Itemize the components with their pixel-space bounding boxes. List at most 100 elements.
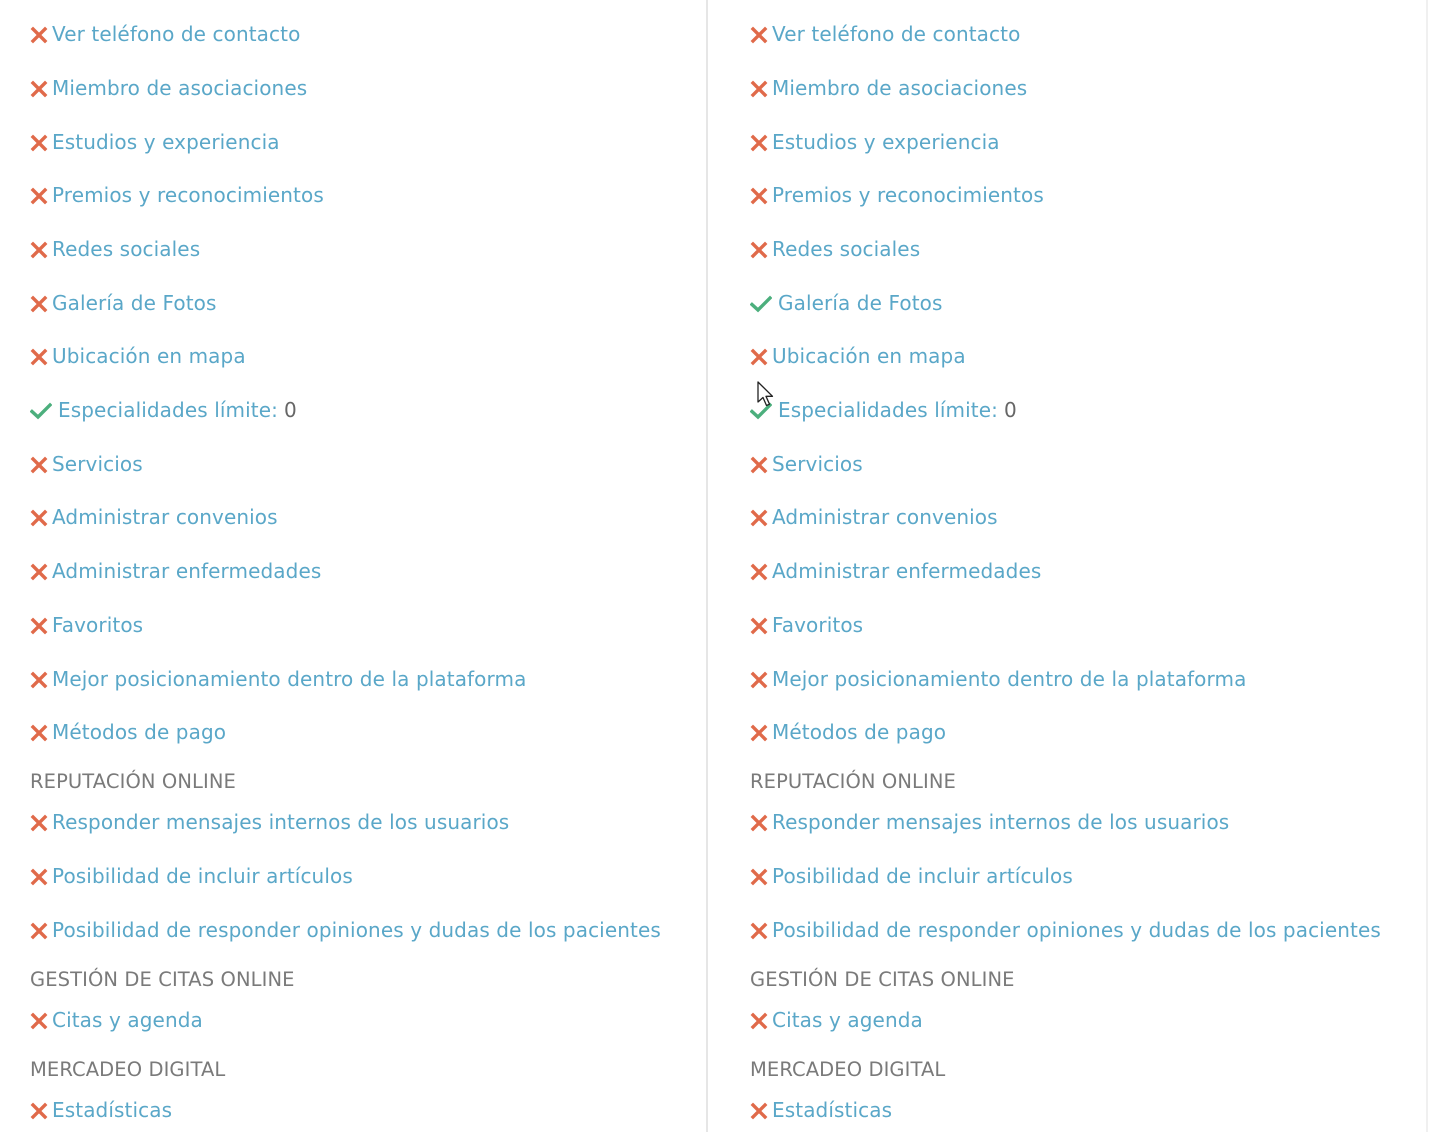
feature-label[interactable]: Miembro de asociaciones (52, 76, 307, 100)
cross-icon (750, 25, 768, 44)
feature-label[interactable]: Especialidades límite: (778, 398, 998, 422)
column-divider (1426, 0, 1428, 1132)
feature-label[interactable]: Administrar convenios (772, 505, 998, 529)
feature-item: Ver teléfono de contacto (30, 19, 300, 49)
plan-column-left: Ver teléfono de contacto Miembro de asoci… (0, 0, 706, 1132)
feature-label[interactable]: Estadísticas (52, 1098, 172, 1122)
feature-label[interactable]: Posibilidad de responder opiniones y dud… (772, 918, 1381, 942)
feature-label[interactable]: Estudios y experiencia (772, 130, 1000, 154)
cross-icon (750, 347, 768, 366)
feature-item: Redes sociales (30, 234, 200, 264)
cross-icon (750, 813, 768, 832)
feature-item: Estudios y experiencia (30, 127, 280, 157)
feature-item: Servicios (750, 449, 863, 479)
feature-item: Especialidades límite: 0 (749, 395, 1017, 425)
feature-label[interactable]: Estudios y experiencia (52, 130, 280, 154)
feature-item: Posibilidad de responder opiniones y dud… (30, 915, 661, 945)
feature-label[interactable]: Miembro de asociaciones (772, 76, 1027, 100)
section-heading: REPUTACIÓN ONLINE (30, 769, 236, 793)
cross-icon (30, 813, 48, 832)
feature-item: Métodos de pago (750, 717, 946, 747)
feature-label[interactable]: Posibilidad de incluir artículos (52, 864, 353, 888)
cross-icon (750, 508, 768, 527)
feature-item: Administrar enfermedades (750, 556, 1041, 586)
feature-label[interactable]: Redes sociales (52, 237, 200, 261)
feature-item: Mejor posicionamiento dentro de la plata… (30, 664, 526, 694)
feature-label[interactable]: Favoritos (52, 613, 143, 637)
feature-item: Miembro de asociaciones (30, 73, 307, 103)
cross-icon (750, 79, 768, 98)
feature-label[interactable]: Administrar convenios (52, 505, 278, 529)
feature-item: Administrar convenios (30, 502, 278, 532)
feature-label[interactable]: Posibilidad de responder opiniones y dud… (52, 918, 661, 942)
feature-label[interactable]: Citas y agenda (772, 1008, 923, 1032)
feature-label[interactable]: Mejor posicionamiento dentro de la plata… (772, 667, 1246, 691)
feature-label[interactable]: Ver teléfono de contacto (52, 22, 300, 46)
feature-label[interactable]: Citas y agenda (52, 1008, 203, 1032)
feature-label[interactable]: Responder mensajes internos de los usuar… (52, 810, 509, 834)
feature-label[interactable]: Galería de Fotos (778, 291, 943, 315)
feature-item: Administrar convenios (750, 502, 998, 532)
feature-item: Métodos de pago (30, 717, 226, 747)
section-heading: REPUTACIÓN ONLINE (750, 769, 956, 793)
cross-icon (30, 79, 48, 98)
feature-label[interactable]: Métodos de pago (772, 720, 946, 744)
feature-item: Ubicación en mapa (30, 341, 246, 371)
mouse-cursor-icon (757, 381, 774, 407)
feature-label[interactable]: Posibilidad de incluir artículos (772, 864, 1073, 888)
feature-label[interactable]: Administrar enfermedades (52, 559, 321, 583)
feature-label[interactable]: Servicios (772, 452, 863, 476)
feature-item: Estudios y experiencia (750, 127, 1000, 157)
feature-item: Citas y agenda (750, 1005, 923, 1035)
cross-icon (750, 867, 768, 886)
cross-icon (750, 186, 768, 205)
feature-label[interactable]: Administrar enfermedades (772, 559, 1041, 583)
feature-item: Premios y reconocimientos (750, 180, 1044, 210)
feature-label[interactable]: Ubicación en mapa (52, 344, 246, 368)
feature-item: Posibilidad de responder opiniones y dud… (750, 915, 1381, 945)
feature-label[interactable]: Premios y reconocimientos (772, 183, 1044, 207)
cross-icon (30, 1101, 48, 1120)
feature-item: Posibilidad de incluir artículos (30, 861, 353, 891)
cross-icon (30, 723, 48, 742)
feature-item: Favoritos (750, 610, 863, 640)
feature-item: Redes sociales (750, 234, 920, 264)
feature-label[interactable]: Métodos de pago (52, 720, 226, 744)
feature-item: Posibilidad de incluir artículos (750, 861, 1073, 891)
cross-icon (750, 670, 768, 689)
cross-icon (750, 921, 768, 940)
feature-label[interactable]: Ubicación en mapa (772, 344, 966, 368)
check-icon (749, 294, 773, 313)
cross-icon (30, 1011, 48, 1030)
feature-label[interactable]: Redes sociales (772, 237, 920, 261)
feature-label[interactable]: Favoritos (772, 613, 863, 637)
feature-label[interactable]: Galería de Fotos (52, 291, 217, 315)
feature-label[interactable]: Estadísticas (772, 1098, 892, 1122)
cross-icon (750, 240, 768, 259)
section-heading: MERCADEO DIGITAL (30, 1057, 226, 1081)
cross-icon (30, 921, 48, 940)
feature-label[interactable]: Especialidades límite: (58, 398, 278, 422)
feature-item: Responder mensajes internos de los usuar… (30, 807, 509, 837)
check-icon (29, 401, 53, 420)
cross-icon (750, 562, 768, 581)
cross-icon (750, 1011, 768, 1030)
feature-label[interactable]: Premios y reconocimientos (52, 183, 324, 207)
feature-label[interactable]: Servicios (52, 452, 143, 476)
feature-label[interactable]: Ver teléfono de contacto (772, 22, 1020, 46)
feature-label[interactable]: Responder mensajes internos de los usuar… (772, 810, 1229, 834)
feature-label[interactable]: Mejor posicionamiento dentro de la plata… (52, 667, 526, 691)
feature-item: Especialidades límite: 0 (29, 395, 297, 425)
section-heading: GESTIÓN DE CITAS ONLINE (30, 967, 295, 991)
cross-icon (30, 294, 48, 313)
feature-item: Servicios (30, 449, 143, 479)
cross-icon (750, 1101, 768, 1120)
feature-value: 0 (283, 398, 297, 422)
feature-item: Citas y agenda (30, 1005, 203, 1035)
feature-item: Miembro de asociaciones (750, 73, 1027, 103)
cross-icon (30, 562, 48, 581)
feature-item: Premios y reconocimientos (30, 180, 324, 210)
cross-icon (750, 616, 768, 635)
cross-icon (30, 240, 48, 259)
cross-icon (30, 670, 48, 689)
